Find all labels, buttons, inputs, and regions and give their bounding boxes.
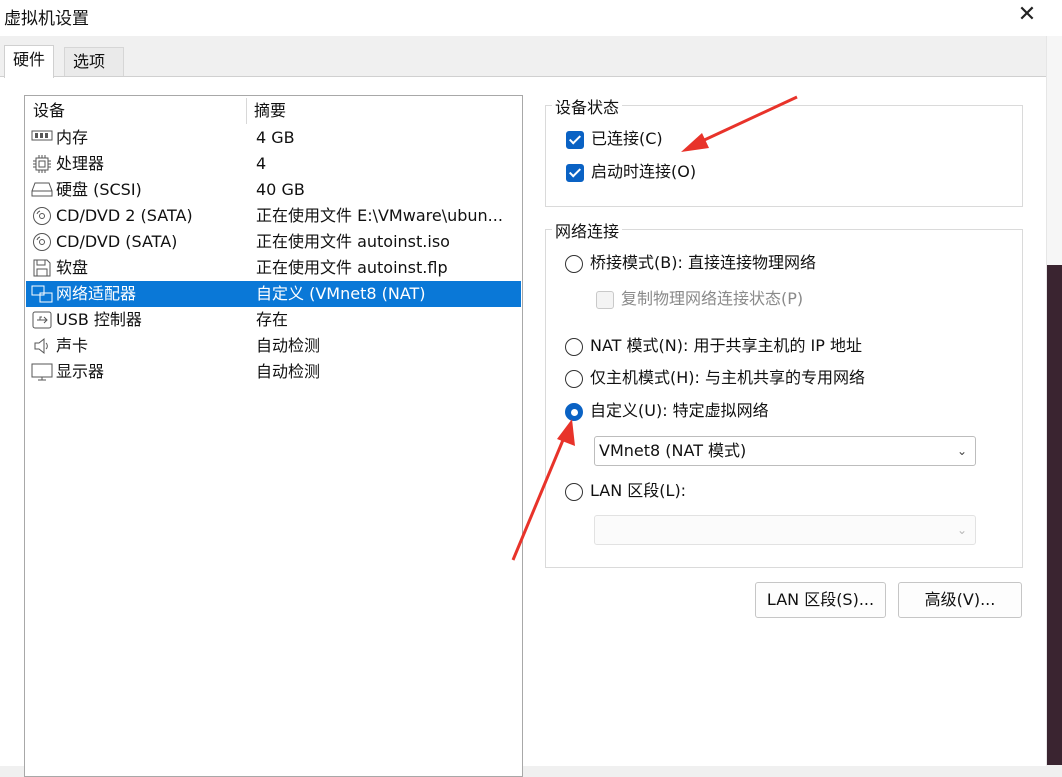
annotation-arrows: [511, 95, 798, 561]
annotation-arrow-connected: [681, 95, 798, 152]
annotation-arrow-custom: [511, 419, 575, 561]
